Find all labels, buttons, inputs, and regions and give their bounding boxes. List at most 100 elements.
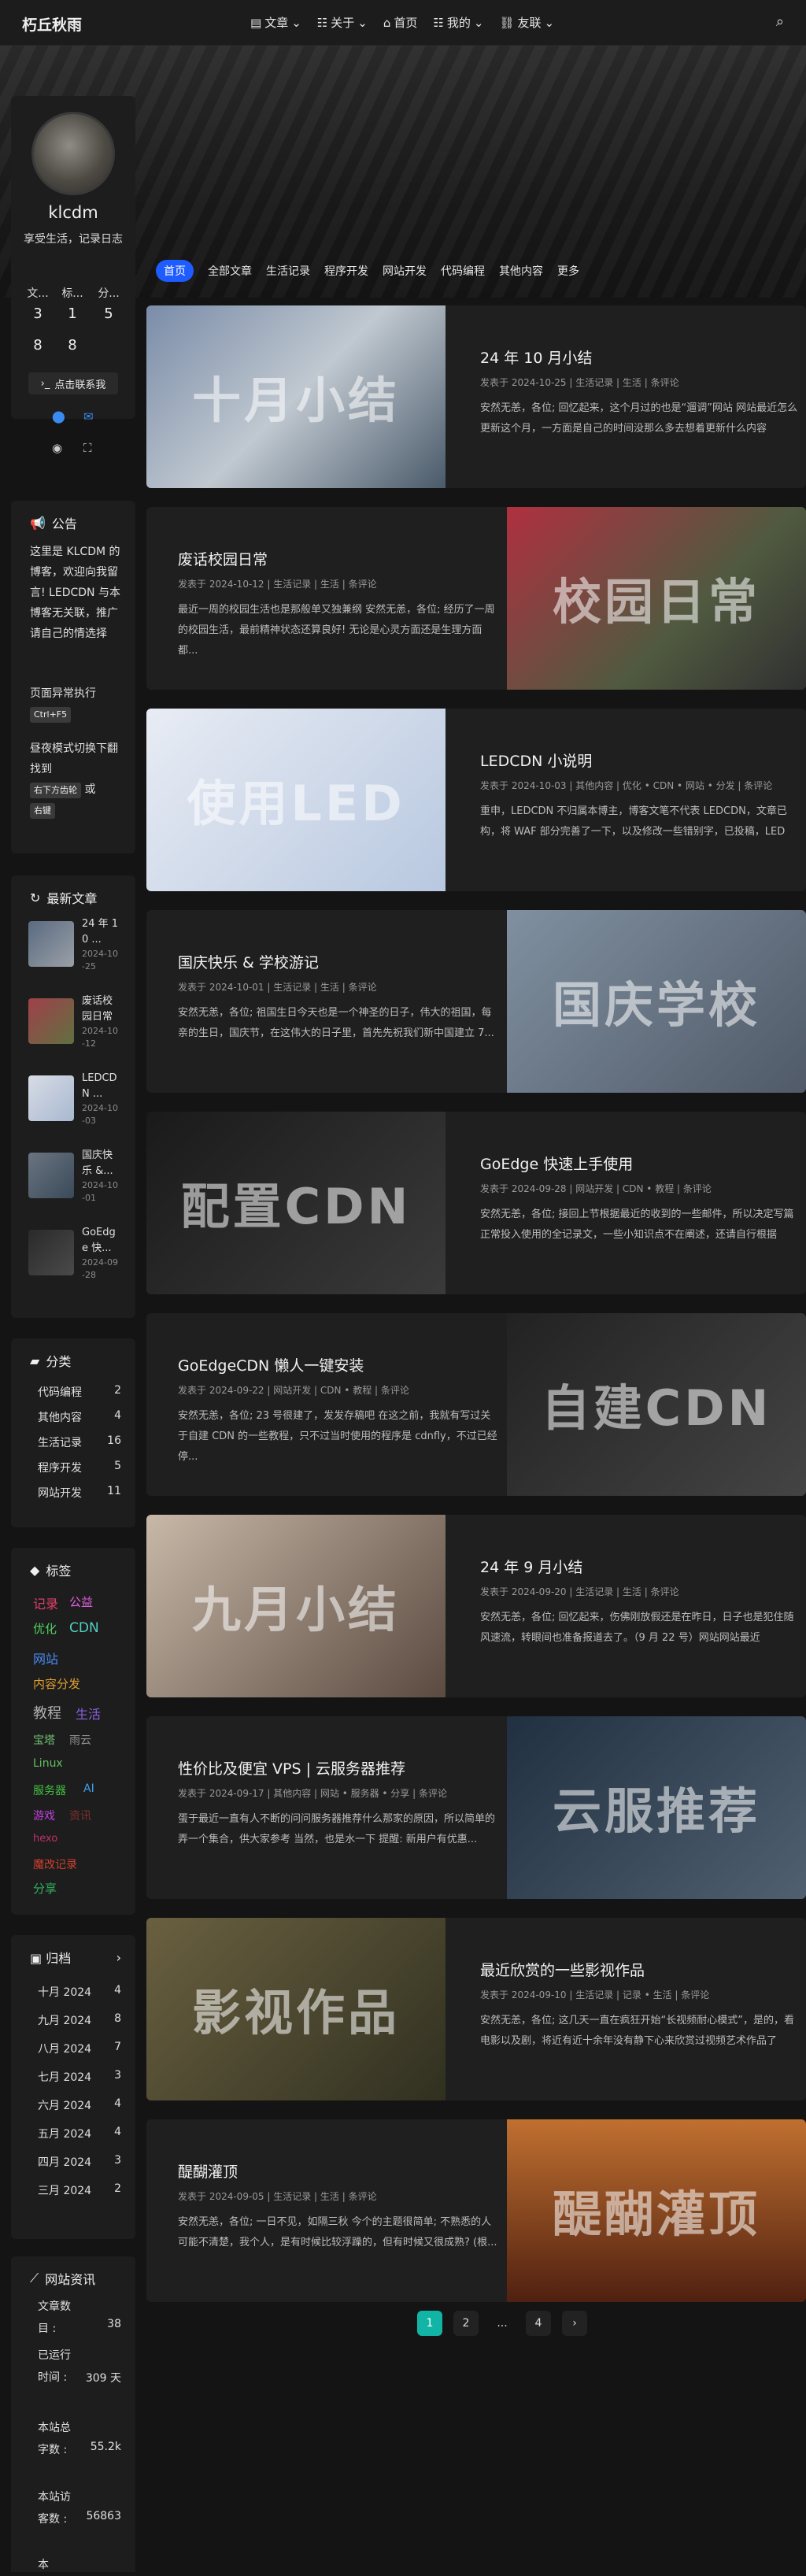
post-card[interactable]: 十月小结 24 年 10 月小结 发表于 2024-10-25 | 生活记录 | 生… <box>146 305 806 488</box>
post-title[interactable]: GoEdgeCDN 懒人一键安装 <box>178 1354 477 1375</box>
tag-item[interactable]: 魔改记录 <box>33 1856 77 1872</box>
post-card[interactable]: 校园日常 废话校园日常 发表于 2024-10-12 | 生活记录 | 生活 | 条… <box>146 507 806 690</box>
chevron-down-icon: ⌄ <box>544 15 555 30</box>
tab-home[interactable]: 首页 <box>156 260 194 282</box>
nav-item-home[interactable]: ⌂ 首页 <box>383 14 418 31</box>
tab-other[interactable]: 其他内容 <box>499 263 543 279</box>
nav-item-articles[interactable]: ▤ 文章 ⌄ <box>250 14 301 31</box>
post-cover-image[interactable]: 醍醐灌顶 <box>507 2119 806 2302</box>
tag-item[interactable]: hexo <box>33 1833 57 1845</box>
post-meta: 发表于 2024-09-05 | 生活记录 | 生活 | 条评论 <box>178 2191 377 2202</box>
tag-item[interactable]: 资讯 <box>69 1808 91 1823</box>
tab-all[interactable]: 全部文章 <box>208 263 252 279</box>
tag-item[interactable]: 公益 <box>69 1593 93 1610</box>
post-cover-image[interactable]: 十月小结 <box>146 305 446 488</box>
recent-item[interactable]: LEDCDN ... 2024-10-03 <box>28 1071 123 1127</box>
post-card[interactable]: 国庆学校 国庆快乐 & 学校游记 发表于 2024-10-01 | 生活记录 | 生… <box>146 910 806 1093</box>
page-button[interactable]: 1 <box>417 2311 442 2336</box>
tag-item[interactable]: 网站 <box>33 1649 58 1667</box>
page-button[interactable]: 2 <box>453 2311 479 2336</box>
recent-item[interactable]: GoEdge 快... 2024-09-28 <box>28 1225 123 1282</box>
post-title[interactable]: 24 年 10 月小结 <box>480 346 779 368</box>
post-cover-image[interactable]: 校园日常 <box>507 507 806 690</box>
category-item[interactable]: 代码编程 2 <box>38 1384 121 1400</box>
archive-item[interactable]: 九月 2024 8 <box>38 2012 121 2028</box>
post-title[interactable]: 最近欣赏的一些影视作品 <box>480 1959 779 1980</box>
archive-item[interactable]: 五月 2024 4 <box>38 2126 121 2141</box>
post-cover-image[interactable]: 影视作品 <box>146 1918 446 2100</box>
post-cover-image[interactable]: 使用LED <box>146 709 446 891</box>
tag-item[interactable]: 生活 <box>76 1704 101 1723</box>
tab-more[interactable]: 更多 <box>557 263 579 279</box>
tag-item[interactable]: 服务器 <box>33 1782 66 1798</box>
post-title[interactable]: 性价比及便宜 VPS | 云服务器推荐 <box>178 1757 477 1778</box>
search-icon[interactable]: ⌕ <box>776 13 784 30</box>
stat-value[interactable]: 3 <box>22 305 54 322</box>
post-title[interactable]: GoEdge 快速上手使用 <box>480 1153 779 1174</box>
archive-item[interactable]: 六月 2024 4 <box>38 2097 121 2113</box>
post-title[interactable]: 醍醐灌顶 <box>178 2160 477 2182</box>
recent-item[interactable]: 国庆快乐 &... 2024-10-01 <box>28 1148 123 1205</box>
email-icon[interactable]: ✉ <box>83 409 94 424</box>
sitemap-icon[interactable]: ⛶ <box>83 441 92 455</box>
post-card[interactable]: 自建CDN GoEdgeCDN 懒人一键安装 发表于 2024-09-22 | 网站… <box>146 1313 806 1496</box>
post-card[interactable]: 使用LED LEDCDN 小说明 发表于 2024-10-03 | 其他内容 | 优… <box>146 709 806 891</box>
archive-item[interactable]: 三月 2024 2 <box>38 2182 121 2198</box>
category-item[interactable]: 生活记录 16 <box>38 1434 121 1450</box>
tag-item[interactable]: 雨云 <box>69 1732 91 1748</box>
stat-value[interactable]: 8 <box>22 337 54 353</box>
rss-icon[interactable]: ◉ <box>52 441 62 455</box>
contact-button[interactable]: ›_ 点击联系我 <box>28 372 118 394</box>
tag-item[interactable]: 教程 <box>33 1702 61 1723</box>
tag-item[interactable]: 分享 <box>33 1880 57 1897</box>
post-title[interactable]: 24 年 9 月小结 <box>480 1556 779 1577</box>
archive-item[interactable]: 七月 2024 3 <box>38 2069 121 2085</box>
post-card[interactable]: 云服推荐 性价比及便宜 VPS | 云服务器推荐 发表于 2024-09-17 | … <box>146 1716 806 1899</box>
post-cover-image[interactable]: 国庆学校 <box>507 910 806 1093</box>
post-title[interactable]: LEDCDN 小说明 <box>480 749 779 771</box>
tag-item[interactable]: 游戏 <box>33 1808 55 1823</box>
archive-item[interactable]: 十月 2024 4 <box>38 1984 121 2000</box>
chevron-right-icon[interactable]: › <box>116 1950 121 1965</box>
site-brand[interactable]: 朽丘秋雨 <box>22 13 82 35</box>
tag-item[interactable]: 内容分发 <box>33 1675 80 1692</box>
nav-item-about[interactable]: ☷ 关于 ⌄ <box>317 14 368 31</box>
tag-item[interactable]: AI <box>83 1782 94 1795</box>
post-cover-image[interactable]: 九月小结 <box>146 1515 446 1697</box>
category-item[interactable]: 网站开发 11 <box>38 1485 121 1501</box>
post-cover-image[interactable]: 配置CDN <box>146 1112 446 1294</box>
stat-value[interactable]: 5 <box>93 305 124 322</box>
tab-dev[interactable]: 程序开发 <box>324 263 368 279</box>
tag-item[interactable]: 记录 <box>33 1593 58 1612</box>
tag-item[interactable]: CDN <box>69 1620 99 1636</box>
tab-life[interactable]: 生活记录 <box>266 263 310 279</box>
nav-item-mine[interactable]: ☷ 我的 ⌄ <box>433 14 483 31</box>
archive-item[interactable]: 八月 2024 7 <box>38 2041 121 2056</box>
post-cover-image[interactable]: 自建CDN <box>507 1313 806 1496</box>
category-item[interactable]: 其他内容 4 <box>38 1409 121 1425</box>
post-card[interactable]: 醍醐灌顶 醍醐灌顶 发表于 2024-09-05 | 生活记录 | 生活 | 条评论… <box>146 2119 806 2302</box>
post-card[interactable]: 九月小结 24 年 9 月小结 发表于 2024-09-20 | 生活记录 | 生活… <box>146 1515 806 1697</box>
github-icon[interactable]: ⬤ <box>52 409 65 424</box>
page-button[interactable]: 4 <box>526 2311 551 2336</box>
archive-item[interactable]: 四月 2024 3 <box>38 2154 121 2170</box>
category-tabs: 首页 全部文章 生活记录 程序开发 网站开发 代码编程 其他内容 更多 <box>156 260 579 282</box>
stat-value[interactable]: 1 <box>57 305 88 322</box>
nav-item-friends[interactable]: ⛓ 友联 ⌄ <box>499 14 554 31</box>
post-card[interactable]: 影视作品 最近欣赏的一些影视作品 发表于 2024-09-10 | 生活记录 | 记… <box>146 1918 806 2100</box>
avatar[interactable] <box>31 112 115 195</box>
post-title[interactable]: 国庆快乐 & 学校游记 <box>178 951 477 972</box>
tab-code[interactable]: 代码编程 <box>441 263 485 279</box>
tag-item[interactable]: 优化 <box>33 1620 57 1637</box>
post-title[interactable]: 废话校园日常 <box>178 548 477 569</box>
stat-value[interactable]: 8 <box>57 337 88 353</box>
post-cover-image[interactable]: 云服推荐 <box>507 1716 806 1899</box>
recent-item[interactable]: 废话校园日常 2024-10-12 <box>28 994 123 1050</box>
tag-item[interactable]: 宝塔 <box>33 1732 55 1748</box>
post-card[interactable]: 配置CDN GoEdge 快速上手使用 发表于 2024-09-28 | 网站开发 … <box>146 1112 806 1294</box>
next-page-button[interactable]: › <box>562 2311 587 2336</box>
tab-web[interactable]: 网站开发 <box>383 263 427 279</box>
category-item[interactable]: 程序开发 5 <box>38 1460 121 1475</box>
recent-item[interactable]: 24 年 10 ... 2024-10-25 <box>28 916 123 973</box>
tag-item[interactable]: Linux <box>33 1757 63 1770</box>
